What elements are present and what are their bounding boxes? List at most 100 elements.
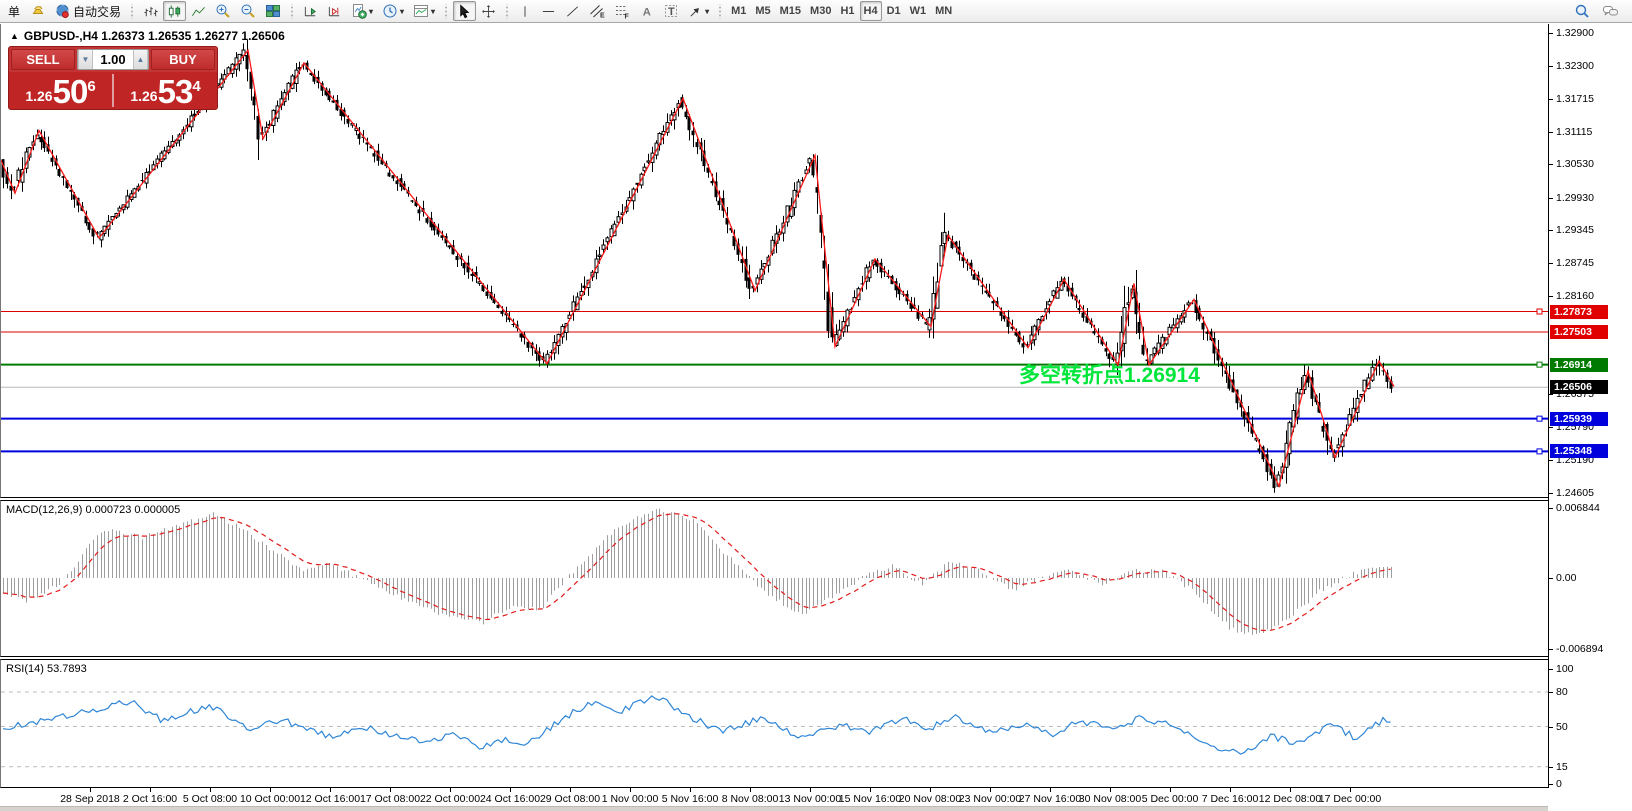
macd-axis-label: 0.00: [1556, 572, 1576, 584]
buy-price-big: 53: [158, 77, 193, 107]
vertical-line-icon[interactable]: [514, 1, 536, 21]
time-tick-label: 12 Oct 16:00: [300, 793, 360, 805]
price-tick: [1549, 296, 1553, 297]
buy-price-display[interactable]: 1.26534: [114, 72, 217, 109]
buy-price-prefix: 1.26: [130, 88, 157, 104]
timeframes-clock-icon[interactable]: ▾: [378, 1, 408, 21]
price-tick: [1549, 230, 1553, 231]
time-tick-label: 5 Nov 16:00: [662, 793, 719, 805]
volume-stepper[interactable]: ▼ 1.00 ▲: [77, 49, 149, 70]
chart-title: ▲ GBPUSD-,H4 1.26373 1.26535 1.26277 1.2…: [10, 29, 285, 43]
rsi-pane[interactable]: RSI(14) 53.7893: [0, 659, 1548, 788]
timeframe-m5[interactable]: M5: [751, 1, 774, 21]
price-tick: [1549, 164, 1553, 165]
timeframe-mn[interactable]: MN: [931, 1, 956, 21]
macd-axis-label: -0.006894: [1556, 643, 1603, 655]
zigzag-line[interactable]: [1, 50, 1394, 486]
svg-text:E: E: [600, 13, 605, 20]
time-tick: [210, 788, 211, 792]
volume-value[interactable]: 1.00: [93, 52, 133, 67]
rsi-canvas[interactable]: [1, 660, 1549, 787]
chat-icon[interactable]: [1598, 1, 1623, 21]
candlestick-chart-icon[interactable]: [163, 1, 186, 21]
main-chart-pane[interactable]: 多空转折点1.26914: [0, 24, 1548, 498]
collapse-marker-icon[interactable]: ▲: [10, 31, 19, 41]
time-axis[interactable]: 28 Sep 20182 Oct 16:005 Oct 08:0010 Oct …: [0, 788, 1548, 806]
line-chart-icon[interactable]: [187, 1, 210, 21]
timeframe-m15[interactable]: M15: [776, 1, 805, 21]
horizontal-line-icon[interactable]: [537, 1, 560, 21]
price-tick: [1549, 33, 1553, 34]
chart-shift-icon[interactable]: [323, 1, 346, 21]
sell-price-display[interactable]: 1.26506: [9, 72, 112, 109]
timeframe-m30[interactable]: M30: [806, 1, 835, 21]
arrows-tool-icon[interactable]: ▾: [684, 1, 713, 21]
timeframe-h4[interactable]: H4: [860, 1, 882, 21]
time-tick-label: 2 Oct 16:00: [123, 793, 177, 805]
level-price-badge[interactable]: 1.26914: [1550, 358, 1608, 372]
indicators-icon[interactable]: ▾: [347, 1, 377, 21]
level-price-badge[interactable]: 1.25939: [1550, 412, 1608, 426]
time-tick-label: 13 Nov 00:00: [779, 793, 841, 805]
time-tick-label: 24 Oct 16:00: [480, 793, 540, 805]
time-tick-label: 10 Oct 00:00: [240, 793, 300, 805]
new-order-button[interactable]: 单: [3, 1, 25, 21]
search-icon[interactable]: [1570, 1, 1594, 21]
buy-button[interactable]: BUY: [151, 49, 215, 70]
crosshair-icon[interactable]: [477, 1, 500, 21]
time-tick: [270, 788, 271, 792]
time-tick: [570, 788, 571, 792]
time-tick-label: 12 Dec 08:00: [1259, 793, 1321, 805]
timeframe-m1[interactable]: M1: [727, 1, 750, 21]
dropdown-caret: ▾: [400, 7, 404, 16]
time-tick-label: 27 Nov 16:00: [1019, 793, 1081, 805]
time-tick: [990, 788, 991, 792]
templates-icon[interactable]: ▾: [409, 1, 439, 21]
macd-canvas[interactable]: [1, 501, 1549, 656]
time-tick: [1170, 788, 1171, 792]
auto-scroll-icon[interactable]: [299, 1, 322, 21]
time-tick-label: 5 Dec 00:00: [1142, 793, 1199, 805]
level-price-badge[interactable]: 1.27503: [1550, 325, 1608, 339]
zoom-out-icon[interactable]: [236, 1, 260, 21]
price-tick-label: 1.28745: [1556, 257, 1594, 269]
timeframe-w1[interactable]: W1: [906, 1, 931, 21]
time-tick: [810, 788, 811, 792]
volume-decrease-button[interactable]: ▼: [78, 50, 93, 69]
time-tick: [1230, 788, 1231, 792]
bar-chart-icon[interactable]: [139, 1, 162, 21]
time-tick: [90, 788, 91, 792]
volume-increase-button[interactable]: ▲: [133, 50, 148, 69]
timeframe-h1[interactable]: H1: [836, 1, 858, 21]
sell-button[interactable]: SELL: [11, 49, 75, 70]
price-tick-label: 1.32900: [1556, 27, 1594, 39]
level-price-badge[interactable]: 1.27873: [1550, 305, 1608, 319]
zoom-in-icon[interactable]: [211, 1, 235, 21]
price-tick-label: 1.31715: [1556, 93, 1594, 105]
price-tick-label: 1.29345: [1556, 224, 1594, 236]
price-tick-label: 1.24605: [1556, 487, 1594, 499]
macd-pane[interactable]: MACD(12,26,9) 0.000723 0.000005: [0, 500, 1548, 657]
main-chart-canvas[interactable]: 多空转折点1.26914: [1, 24, 1549, 497]
level-price-badge[interactable]: 1.25348: [1550, 444, 1608, 458]
text-tool-icon[interactable]: A: [635, 1, 658, 21]
autotrading-button[interactable]: 自动交易: [51, 1, 125, 21]
time-tick-label: 1 Nov 00:00: [602, 793, 659, 805]
timeframe-d1[interactable]: D1: [883, 1, 905, 21]
cursor-icon[interactable]: [453, 1, 476, 21]
tile-windows-icon[interactable]: [261, 1, 285, 21]
trendline-icon[interactable]: [561, 1, 584, 21]
toolbar-grip: [130, 4, 134, 19]
autotrading-label: 自动交易: [73, 3, 121, 20]
text-label-icon[interactable]: T: [659, 1, 683, 21]
gold-icon[interactable]: [26, 1, 50, 21]
price-axis[interactable]: 1.329001.323001.317151.311151.305301.299…: [1548, 0, 1632, 811]
buy-price-sup: 4: [192, 78, 200, 95]
time-tick: [150, 788, 151, 792]
rsi-line: [3, 696, 1391, 754]
pivot-annotation[interactable]: 多空转折点1.26914: [1019, 363, 1200, 387]
fibonacci-icon[interactable]: F: [610, 1, 634, 21]
sell-price-big: 50: [53, 77, 88, 107]
time-tick-label: 20 Nov 08:00: [899, 793, 961, 805]
equidistant-channel-icon[interactable]: E: [585, 1, 609, 21]
